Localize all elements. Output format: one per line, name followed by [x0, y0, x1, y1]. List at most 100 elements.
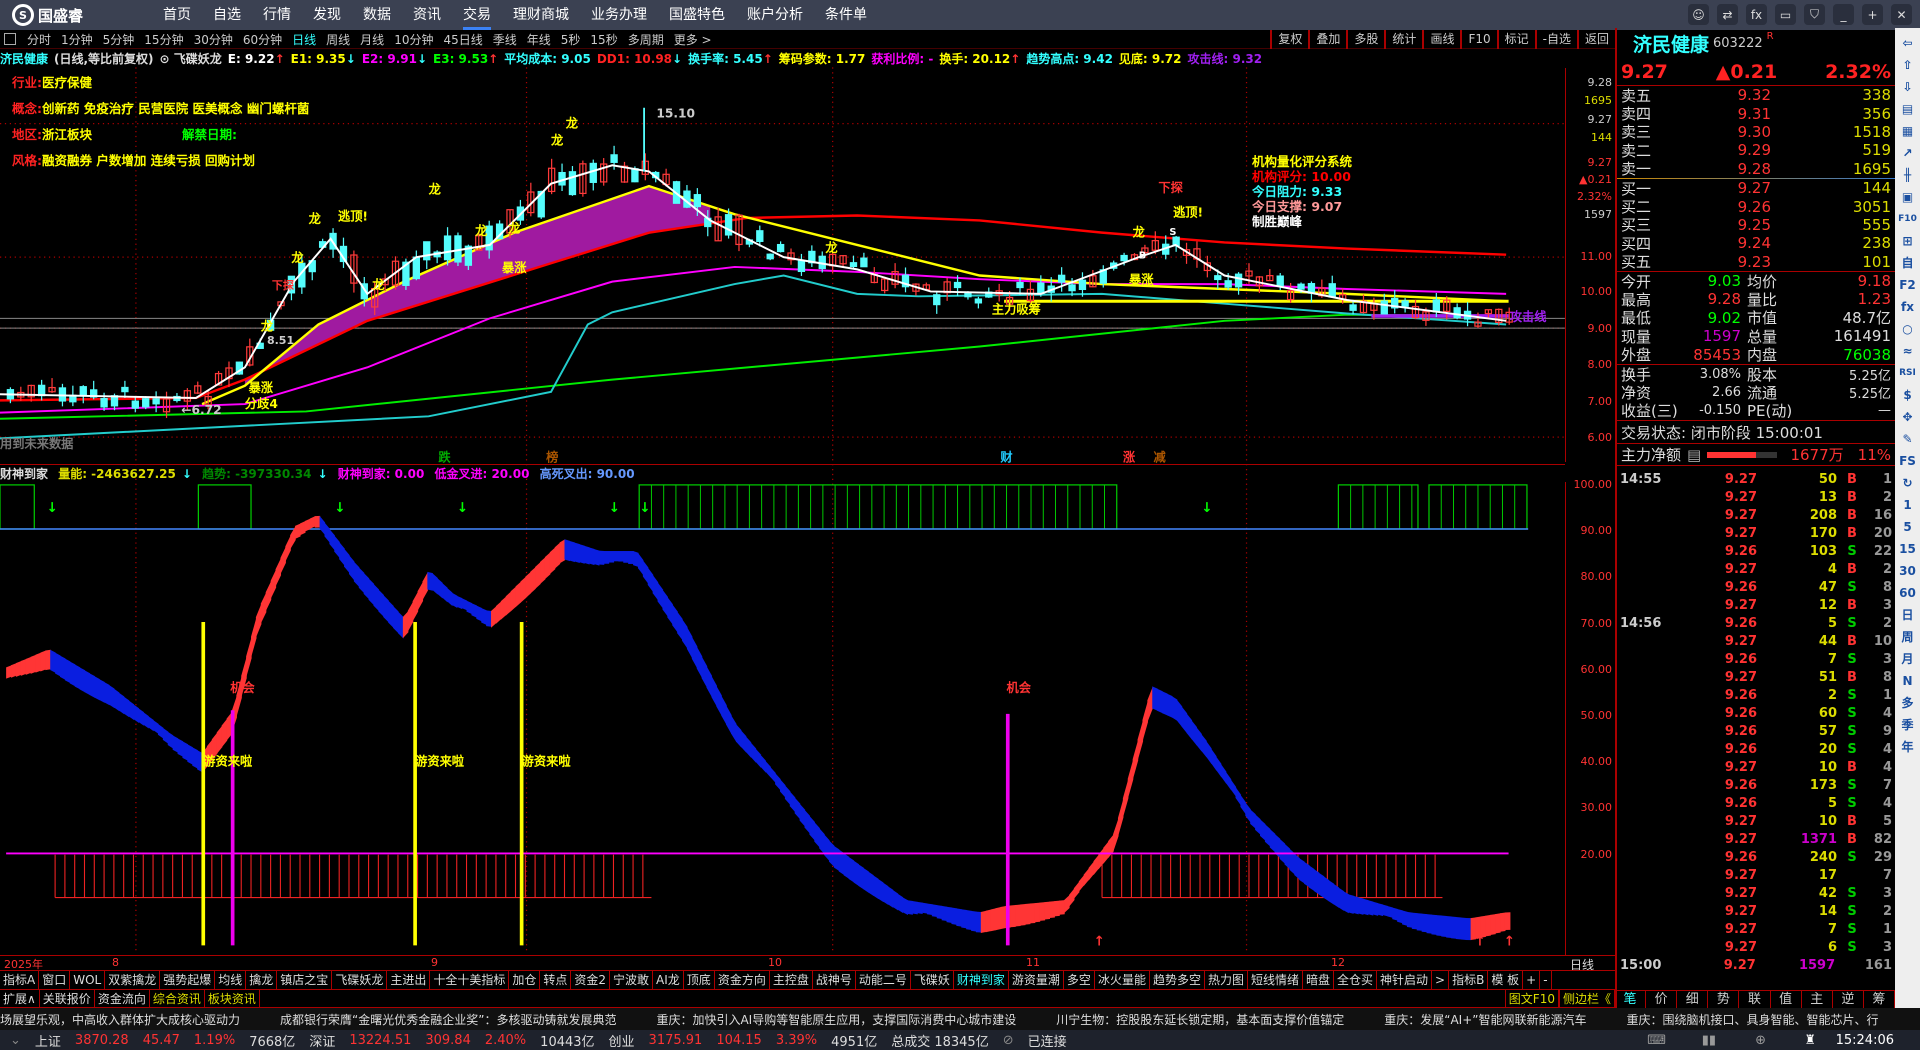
indicator-tab[interactable]: 多空: [1064, 971, 1095, 989]
indicator-tab[interactable]: 暗盘: [1303, 971, 1335, 989]
side-tool-button[interactable]: 1: [1903, 494, 1911, 516]
indicator-tab[interactable]: +: [1523, 971, 1541, 989]
side-tool-button[interactable]: 日: [1901, 604, 1913, 626]
skin-icon[interactable]: ⛉: [1804, 4, 1825, 25]
side-tool-button[interactable]: ⇦: [1902, 32, 1912, 54]
indicator-tab[interactable]: 指标A: [0, 971, 40, 989]
extension-tab[interactable]: 扩展∧: [0, 990, 40, 1007]
extension-tab[interactable]: 板块资讯: [205, 990, 260, 1007]
indicator-tab[interactable]: 资金方向: [715, 971, 770, 989]
indicator-tab[interactable]: 动能二号: [856, 971, 911, 989]
screen-icon[interactable]: ▭: [1775, 4, 1796, 25]
side-tool-button[interactable]: 30: [1899, 560, 1916, 582]
side-tool-button[interactable]: ▦: [1902, 120, 1913, 142]
indicator-tab[interactable]: 神针启动: [1377, 971, 1433, 989]
detail-tab[interactable]: 势: [1708, 991, 1740, 1008]
indicator-tab[interactable]: 双紫擒龙: [105, 971, 161, 989]
news-item[interactable]: 场展望乐观，中高收入群体扩大成核心驱动力: [0, 1011, 240, 1028]
indicator-tab[interactable]: 指标B: [1449, 971, 1489, 989]
side-tool-button[interactable]: 自: [1901, 252, 1913, 274]
target-icon[interactable]: ⊕: [1755, 1033, 1766, 1048]
side-tool-button[interactable]: RSI: [1899, 362, 1916, 384]
indicator-tab[interactable]: 短线情绪: [1248, 971, 1303, 989]
indicator-tab[interactable]: WOL: [70, 971, 106, 989]
side-tool-button[interactable]: 年: [1901, 736, 1913, 758]
indicator-tab[interactable]: 擒龙: [246, 971, 278, 989]
link-icon[interactable]: ⊘: [1003, 1033, 1014, 1048]
detail-tab[interactable]: 细: [1677, 991, 1709, 1008]
expand-icon[interactable]: ⌄: [10, 1033, 21, 1048]
side-tool-button[interactable]: ↻: [1902, 472, 1912, 494]
side-tool-button[interactable]: ╫: [1904, 164, 1911, 186]
detail-tab[interactable]: 价: [1646, 991, 1678, 1008]
side-tool-button[interactable]: fx: [1901, 296, 1914, 318]
extension-tab[interactable]: 关联报价: [40, 990, 95, 1007]
detail-tab[interactable]: 值: [1771, 991, 1802, 1008]
side-tool-button[interactable]: $: [1903, 384, 1911, 406]
indicator-tab[interactable]: 战神号: [813, 971, 856, 989]
side-tool-button[interactable]: ≈: [1902, 340, 1912, 362]
detail-tab[interactable]: 笔: [1615, 991, 1647, 1008]
side-tool-button[interactable]: 多: [1901, 692, 1913, 714]
news-item[interactable]: 成都银行荣膺“金曙光优秀金融企业奖”：多核驱动铸就发展典范: [280, 1011, 616, 1028]
signal-icon[interactable]: ▮▮: [1702, 1033, 1716, 1048]
side-tool-button[interactable]: ✥: [1902, 406, 1912, 428]
indicator-tab[interactable]: 热力图: [1205, 971, 1248, 989]
side-tool-button[interactable]: N: [1902, 670, 1912, 692]
side-tool-button[interactable]: 月: [1901, 648, 1913, 670]
side-tool-button[interactable]: ⇧: [1902, 54, 1912, 76]
keyboard-icon[interactable]: ⌨: [1647, 1033, 1666, 1048]
indicator-tab[interactable]: 游资量潮: [1009, 971, 1064, 989]
side-tool-button[interactable]: ⊞: [1902, 230, 1912, 252]
indicator-tab[interactable]: 顶底: [684, 971, 715, 989]
alert-icon[interactable]: ♜: [1804, 1033, 1816, 1048]
indicator-tab[interactable]: >: [1432, 971, 1450, 989]
side-tool-button[interactable]: 5: [1903, 516, 1911, 538]
side-tool-button[interactable]: ↗: [1902, 142, 1912, 164]
indicator-tab[interactable]: 趋势多空: [1150, 971, 1205, 989]
indicator-tab[interactable]: AI龙: [653, 971, 684, 989]
side-tool-button[interactable]: 60: [1899, 582, 1916, 604]
indicator-tab[interactable]: 转点: [540, 971, 572, 989]
news-item[interactable]: 重庆：加快引入AI导购等智能原生应用，支撑国际消费中心城市建设: [656, 1011, 1016, 1028]
side-tool-button[interactable]: 15: [1899, 538, 1916, 560]
indicator-tab[interactable]: 飞碟妖龙: [332, 971, 388, 989]
fx-icon[interactable]: fx: [1746, 4, 1767, 25]
indicator-tab[interactable]: 均线: [215, 971, 247, 989]
indicator-tab[interactable]: 强势起爆: [160, 971, 216, 989]
detail-tab[interactable]: 联: [1739, 991, 1771, 1008]
detail-icon[interactable]: ▤: [1687, 446, 1701, 464]
indicator-tab[interactable]: 加仓: [509, 971, 541, 989]
detail-tab[interactable]: 筹: [1864, 991, 1895, 1008]
side-toggle-tab[interactable]: 侧边栏《: [1558, 990, 1615, 1007]
side-tool-button[interactable]: F2: [1899, 274, 1916, 296]
side-tool-button[interactable]: ✎: [1902, 428, 1912, 450]
detail-tab[interactable]: 逆: [1833, 991, 1864, 1008]
indicator-tab[interactable]: 财神到家: [954, 971, 1009, 989]
side-tool-button[interactable]: FS: [1899, 450, 1916, 472]
maximize-icon[interactable]: +: [1862, 4, 1883, 25]
indicator-tab[interactable]: 主控盘: [770, 971, 813, 989]
side-tool-button[interactable]: ○: [1902, 318, 1912, 340]
side-tool-button[interactable]: ▤: [1902, 98, 1913, 120]
indicator-tab[interactable]: 窗口: [39, 971, 71, 989]
indicator-tab[interactable]: -: [1540, 971, 1552, 989]
indicator-tab[interactable]: 宁波敢: [610, 971, 654, 989]
indicator-tab[interactable]: 主进出: [387, 971, 431, 989]
minimize-icon[interactable]: _: [1833, 4, 1854, 25]
indicator-tab[interactable]: 模 板: [1488, 971, 1524, 989]
indicator-tab[interactable]: 全仓买: [1334, 971, 1378, 989]
news-item[interactable]: 川宁生物：控股股东延长锁定期，基本面支撑价值锚定: [1056, 1011, 1344, 1028]
extension-tab[interactable]: 资金流向: [95, 990, 150, 1007]
tick-list[interactable]: 14:55 9.27 50 B 1 9.27 13 B 2 9.27 208 B 16 9.27 170 B 2…: [1617, 466, 1895, 974]
side-tool-button[interactable]: 周: [1901, 626, 1913, 648]
side-toggle-tab[interactable]: 图文F10: [1504, 990, 1559, 1007]
news-item[interactable]: 重庆：发展“AI+”智能网联新能源汽车: [1384, 1011, 1586, 1028]
indicator-tab[interactable]: 飞碟妖: [911, 971, 954, 989]
side-tool-button[interactable]: F10: [1898, 208, 1917, 230]
indicator-tab[interactable]: 冰火量能: [1095, 971, 1150, 989]
chat-icon[interactable]: ☺: [1688, 4, 1709, 25]
indicator-tab[interactable]: 十全十美指标: [430, 971, 510, 989]
detail-tab[interactable]: 主: [1802, 991, 1833, 1008]
side-tool-button[interactable]: ⇩: [1902, 76, 1912, 98]
